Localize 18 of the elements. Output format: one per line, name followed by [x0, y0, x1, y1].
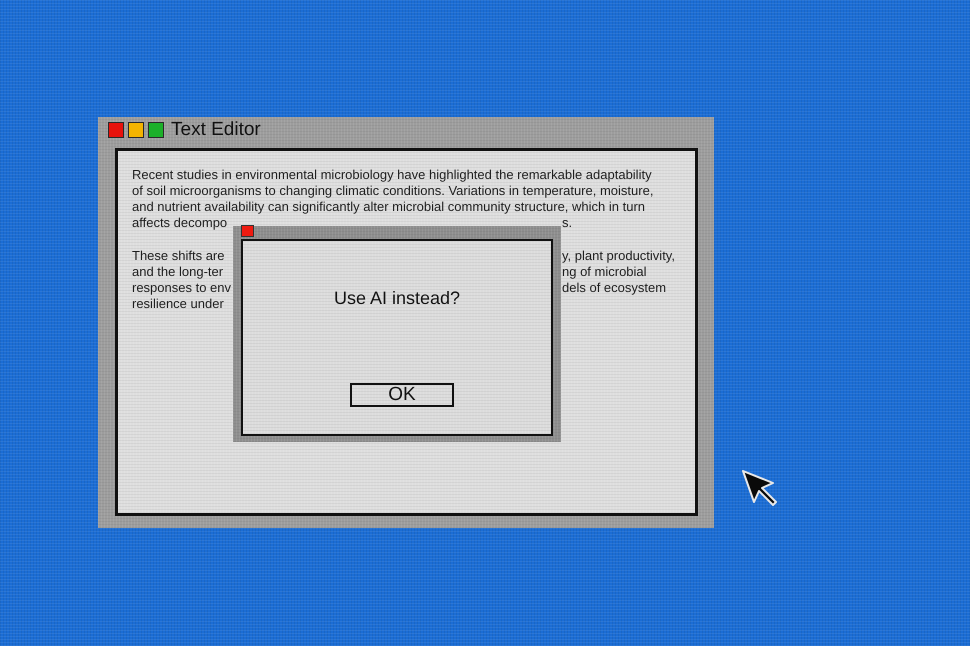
text-line: Recent studies in environmental microbiology have highlighted the remarkable adaptability: [132, 167, 652, 183]
text-line: s.: [562, 215, 572, 231]
text-line: affects decompo: [132, 215, 228, 231]
text-line: responses to env: [132, 280, 232, 296]
mouse-pointer-icon: [741, 469, 779, 507]
text-line: resilience under: [132, 296, 224, 312]
window-title: Text Editor: [171, 120, 261, 140]
text-line: y, plant productivity,: [562, 248, 675, 264]
dialog-message: Use AI instead?: [334, 287, 460, 309]
text-line: and nutrient availability can significantly alter microbial community structure, which in turn: [132, 199, 645, 215]
text-line: and the long-ter: [132, 264, 224, 280]
text-line: These shifts are: [132, 248, 224, 264]
window-control-button[interactable]: [128, 122, 144, 138]
text-line: of soil microorganisms to changing climatic conditions. Variations in temperature, moisture,: [132, 183, 654, 199]
text-line: ng of microbial: [562, 264, 647, 280]
ok-button[interactable]: OK: [350, 383, 454, 407]
text-line: dels of ecosystem: [562, 280, 666, 296]
window-control-button[interactable]: [148, 122, 164, 138]
